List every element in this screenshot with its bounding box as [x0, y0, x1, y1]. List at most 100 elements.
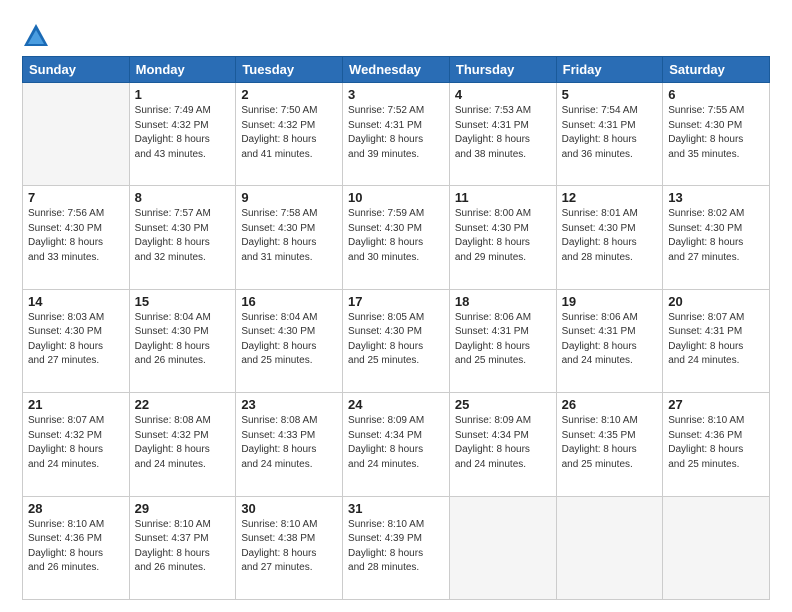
day-number: 28 [28, 501, 124, 516]
day-number: 24 [348, 397, 444, 412]
day-info: Sunrise: 7:58 AM Sunset: 4:30 PM Dayligh… [241, 207, 337, 265]
day-info: Sunrise: 8:06 AM Sunset: 4:31 PM Dayligh… [455, 311, 551, 369]
calendar-cell: 17 Sunrise: 8:05 AM Sunset: 4:30 PM Dayli… [343, 289, 450, 392]
day-number: 19 [562, 294, 658, 309]
day-number: 9 [241, 190, 337, 205]
day-number: 27 [668, 397, 764, 412]
calendar-day-header: Sunday [23, 57, 130, 83]
day-number: 6 [668, 87, 764, 102]
day-info: Sunrise: 8:06 AM Sunset: 4:31 PM Dayligh… [562, 311, 658, 369]
day-number: 14 [28, 294, 124, 309]
calendar-week-row: 7Sunrise: 7:56 AM Sunset: 4:30 PM Daylig… [23, 186, 770, 289]
day-number: 10 [348, 190, 444, 205]
day-info: Sunrise: 8:09 AM Sunset: 4:34 PM Dayligh… [455, 414, 551, 472]
calendar-cell: 25 Sunrise: 8:09 AM Sunset: 4:34 PM Dayli… [449, 393, 556, 496]
day-number: 30 [241, 501, 337, 516]
calendar-cell: 4 Sunrise: 7:53 AM Sunset: 4:31 PM Daylig… [449, 83, 556, 186]
day-info: Sunrise: 8:08 AM Sunset: 4:32 PM Dayligh… [135, 414, 231, 472]
calendar-day-header: Friday [556, 57, 663, 83]
calendar-day-header: Monday [129, 57, 236, 83]
calendar-cell: 5 Sunrise: 7:54 AM Sunset: 4:31 PM Daylig… [556, 83, 663, 186]
day-number: 8 [135, 190, 231, 205]
calendar-day-header: Tuesday [236, 57, 343, 83]
calendar-cell: 19 Sunrise: 8:06 AM Sunset: 4:31 PM Dayli… [556, 289, 663, 392]
day-info: Sunrise: 8:00 AM Sunset: 4:30 PM Dayligh… [455, 207, 551, 265]
day-number: 23 [241, 397, 337, 412]
calendar-cell: 28 Sunrise: 8:10 AM Sunset: 4:36 PM Dayli… [23, 496, 130, 599]
day-info: Sunrise: 7:56 AM Sunset: 4:30 PM Dayligh… [28, 207, 124, 265]
day-info: Sunrise: 7:53 AM Sunset: 4:31 PM Dayligh… [455, 104, 551, 162]
day-info: Sunrise: 7:54 AM Sunset: 4:31 PM Dayligh… [562, 104, 658, 162]
day-number: 21 [28, 397, 124, 412]
day-number: 15 [135, 294, 231, 309]
calendar-cell: 21 Sunrise: 8:07 AM Sunset: 4:32 PM Dayli… [23, 393, 130, 496]
calendar-cell: 2 Sunrise: 7:50 AM Sunset: 4:32 PM Daylig… [236, 83, 343, 186]
day-info: Sunrise: 8:05 AM Sunset: 4:30 PM Dayligh… [348, 311, 444, 369]
day-number: 22 [135, 397, 231, 412]
day-number: 3 [348, 87, 444, 102]
day-info: Sunrise: 8:07 AM Sunset: 4:32 PM Dayligh… [28, 414, 124, 472]
calendar-cell: 18 Sunrise: 8:06 AM Sunset: 4:31 PM Dayli… [449, 289, 556, 392]
calendar-cell: 9 Sunrise: 7:58 AM Sunset: 4:30 PM Daylig… [236, 186, 343, 289]
calendar-week-row: 21 Sunrise: 8:07 AM Sunset: 4:32 PM Dayli… [23, 393, 770, 496]
day-info: Sunrise: 7:50 AM Sunset: 4:32 PM Dayligh… [241, 104, 337, 162]
calendar-day-header: Wednesday [343, 57, 450, 83]
calendar-cell [556, 496, 663, 599]
day-info: Sunrise: 8:02 AM Sunset: 4:30 PM Dayligh… [668, 207, 764, 265]
day-number: 25 [455, 397, 551, 412]
calendar-cell: 31 Sunrise: 8:10 AM Sunset: 4:39 PM Dayli… [343, 496, 450, 599]
calendar-cell: 6Sunrise: 7:55 AM Sunset: 4:30 PM Daylig… [663, 83, 770, 186]
calendar-cell: 30 Sunrise: 8:10 AM Sunset: 4:38 PM Dayli… [236, 496, 343, 599]
calendar-cell [449, 496, 556, 599]
day-number: 13 [668, 190, 764, 205]
calendar-day-header: Saturday [663, 57, 770, 83]
day-number: 17 [348, 294, 444, 309]
calendar-cell: 24 Sunrise: 8:09 AM Sunset: 4:34 PM Dayli… [343, 393, 450, 496]
day-number: 4 [455, 87, 551, 102]
day-number: 31 [348, 501, 444, 516]
day-info: Sunrise: 8:10 AM Sunset: 4:39 PM Dayligh… [348, 518, 444, 576]
day-info: Sunrise: 8:10 AM Sunset: 4:38 PM Dayligh… [241, 518, 337, 576]
day-number: 5 [562, 87, 658, 102]
day-info: Sunrise: 8:03 AM Sunset: 4:30 PM Dayligh… [28, 311, 124, 369]
day-number: 26 [562, 397, 658, 412]
calendar-cell: 8Sunrise: 7:57 AM Sunset: 4:30 PM Daylig… [129, 186, 236, 289]
day-info: Sunrise: 7:52 AM Sunset: 4:31 PM Dayligh… [348, 104, 444, 162]
day-info: Sunrise: 8:10 AM Sunset: 4:37 PM Dayligh… [135, 518, 231, 576]
calendar-cell: 13 Sunrise: 8:02 AM Sunset: 4:30 PM Dayli… [663, 186, 770, 289]
calendar-cell: 23 Sunrise: 8:08 AM Sunset: 4:33 PM Dayli… [236, 393, 343, 496]
day-info: Sunrise: 8:09 AM Sunset: 4:34 PM Dayligh… [348, 414, 444, 472]
calendar-cell [23, 83, 130, 186]
day-number: 11 [455, 190, 551, 205]
calendar-cell: 11 Sunrise: 8:00 AM Sunset: 4:30 PM Dayli… [449, 186, 556, 289]
calendar-cell: 27Sunrise: 8:10 AM Sunset: 4:36 PM Dayli… [663, 393, 770, 496]
calendar-cell: 29Sunrise: 8:10 AM Sunset: 4:37 PM Dayli… [129, 496, 236, 599]
calendar-header-row: SundayMondayTuesdayWednesdayThursdayFrid… [23, 57, 770, 83]
day-info: Sunrise: 7:59 AM Sunset: 4:30 PM Dayligh… [348, 207, 444, 265]
calendar-cell: 26Sunrise: 8:10 AM Sunset: 4:35 PM Dayli… [556, 393, 663, 496]
calendar-week-row: 28 Sunrise: 8:10 AM Sunset: 4:36 PM Dayli… [23, 496, 770, 599]
day-info: Sunrise: 8:08 AM Sunset: 4:33 PM Dayligh… [241, 414, 337, 472]
calendar-cell: 22 Sunrise: 8:08 AM Sunset: 4:32 PM Dayli… [129, 393, 236, 496]
calendar-cell: 3 Sunrise: 7:52 AM Sunset: 4:31 PM Daylig… [343, 83, 450, 186]
day-number: 2 [241, 87, 337, 102]
day-number: 1 [135, 87, 231, 102]
calendar-cell: 12 Sunrise: 8:01 AM Sunset: 4:30 PM Dayli… [556, 186, 663, 289]
calendar-cell [663, 496, 770, 599]
calendar-cell: 14 Sunrise: 8:03 AM Sunset: 4:30 PM Dayli… [23, 289, 130, 392]
calendar-cell: 1Sunrise: 7:49 AM Sunset: 4:32 PM Daylig… [129, 83, 236, 186]
calendar-day-header: Thursday [449, 57, 556, 83]
day-number: 20 [668, 294, 764, 309]
day-info: Sunrise: 8:10 AM Sunset: 4:36 PM Dayligh… [28, 518, 124, 576]
calendar-table: SundayMondayTuesdayWednesdayThursdayFrid… [22, 56, 770, 600]
day-number: 18 [455, 294, 551, 309]
calendar-week-row: 1Sunrise: 7:49 AM Sunset: 4:32 PM Daylig… [23, 83, 770, 186]
day-info: Sunrise: 8:04 AM Sunset: 4:30 PM Dayligh… [241, 311, 337, 369]
header [22, 18, 770, 50]
logo [22, 22, 54, 50]
calendar-cell: 16Sunrise: 8:04 AM Sunset: 4:30 PM Dayli… [236, 289, 343, 392]
day-info: Sunrise: 8:01 AM Sunset: 4:30 PM Dayligh… [562, 207, 658, 265]
calendar-cell: 10 Sunrise: 7:59 AM Sunset: 4:30 PM Dayli… [343, 186, 450, 289]
day-info: Sunrise: 8:04 AM Sunset: 4:30 PM Dayligh… [135, 311, 231, 369]
day-number: 12 [562, 190, 658, 205]
